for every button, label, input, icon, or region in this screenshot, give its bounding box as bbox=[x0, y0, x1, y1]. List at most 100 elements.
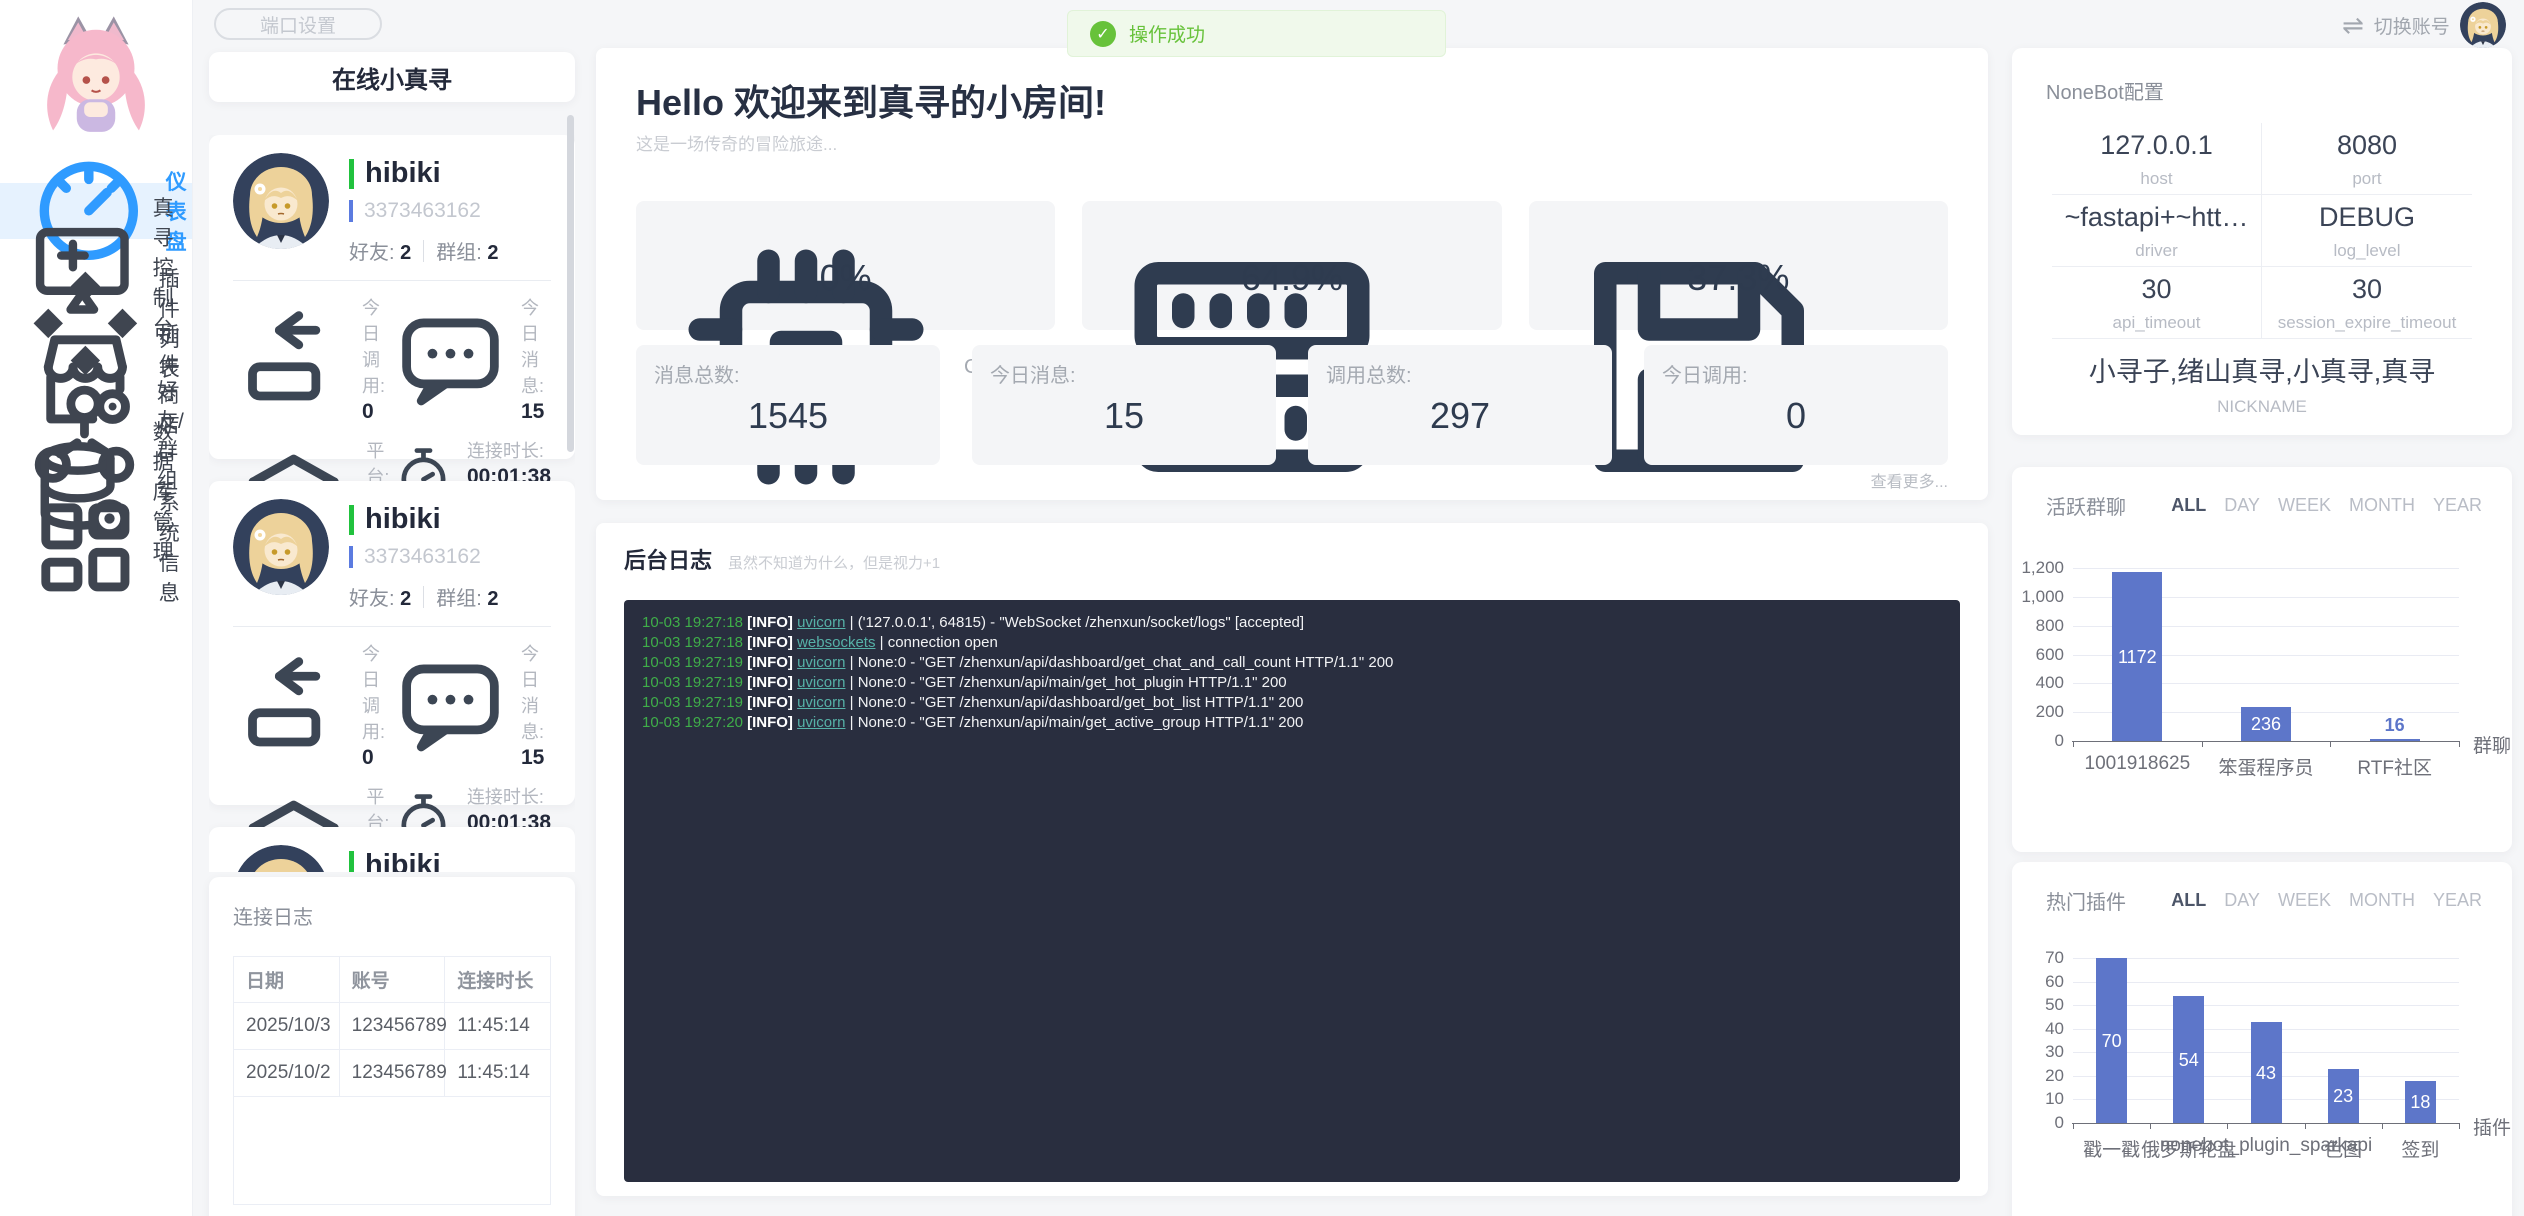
bot-avatar bbox=[233, 153, 329, 249]
y-axis-tick-label: 600 bbox=[2012, 645, 2064, 665]
tab-week[interactable]: WEEK bbox=[2278, 495, 2331, 516]
bot-account-row: 3373463162 bbox=[349, 545, 499, 569]
config-label: host bbox=[2052, 169, 2261, 189]
hot-plugins-title: 热门插件 bbox=[2046, 886, 2126, 915]
tab-year[interactable]: YEAR bbox=[2433, 890, 2482, 911]
stat-label: 今日消息: bbox=[521, 294, 551, 398]
hot-plugins-card: 热门插件 ALLDAYWEEKMONTHYEAR 010203040506070… bbox=[2012, 862, 2512, 1216]
bot-name-row: hibiki bbox=[349, 503, 499, 536]
log-line: 10-03 19:27:18 [INFO] uvicorn | ('127.0.… bbox=[642, 613, 1942, 633]
account-indicator-bar bbox=[349, 546, 353, 568]
table-empty-row bbox=[234, 1097, 551, 1205]
account-avatar[interactable] bbox=[2460, 2, 2506, 48]
bot-card: hibiki3373463162好友: 2群组: 2今日调用:0今日消息:15平… bbox=[209, 481, 575, 805]
tab-all[interactable]: ALL bbox=[2171, 890, 2206, 911]
x-axis-tick bbox=[2330, 741, 2331, 747]
sidebar-item-system-info[interactable]: 系统信息 bbox=[0, 519, 192, 575]
config-value: 127.0.0.1 bbox=[2052, 130, 2261, 161]
bot-avatar bbox=[233, 845, 329, 872]
connection-log-card: 连接日志 日期账号连接时长 2025/10/312345678911:45:14… bbox=[209, 877, 575, 1216]
bot-list-scrollbar[interactable] bbox=[567, 115, 574, 452]
bot-account-row: 3373463162 bbox=[349, 199, 499, 223]
bot-stat-message: 今日消息:15 bbox=[392, 294, 551, 424]
x-axis-line bbox=[2072, 1123, 2460, 1124]
call-icon bbox=[233, 294, 350, 418]
count-stat-card: 今日调用:0 bbox=[1644, 345, 1948, 465]
log-line: 10-03 19:27:19 [INFO] uvicorn | None:0 -… bbox=[642, 653, 1942, 673]
nickname-value: 小寻子,绪山真寻,小真寻,真寻 bbox=[2012, 350, 2512, 389]
tab-month[interactable]: MONTH bbox=[2349, 890, 2415, 911]
config-item-api_timeout: 30api_timeout bbox=[2052, 267, 2262, 339]
tab-all[interactable]: ALL bbox=[2171, 495, 2206, 516]
call-icon bbox=[233, 640, 350, 764]
bot-account: 3373463162 bbox=[364, 545, 481, 569]
gridline bbox=[2073, 958, 2459, 959]
toast-message: 操作成功 bbox=[1129, 20, 1205, 47]
config-value: 30 bbox=[2262, 274, 2472, 305]
gridline bbox=[2073, 1005, 2459, 1006]
x-axis-name: 群聊 bbox=[2473, 731, 2511, 758]
gridline bbox=[2073, 568, 2459, 569]
tab-year[interactable]: YEAR bbox=[2433, 495, 2482, 516]
system-icon bbox=[26, 488, 145, 607]
check-icon: ✓ bbox=[1090, 21, 1116, 47]
bar-value-label: 16 bbox=[2350, 715, 2440, 736]
message-icon bbox=[392, 640, 509, 764]
stat-label: 今日消息: bbox=[521, 640, 551, 744]
x-axis-tick bbox=[2150, 1123, 2151, 1129]
logo-image bbox=[22, 8, 170, 158]
system-stat-card-memory: MEMORY64.9% bbox=[1082, 201, 1501, 330]
bot-name-row: hibiki bbox=[349, 849, 499, 872]
sidebar-item-label: 系统信息 bbox=[159, 487, 192, 607]
y-axis-tick-label: 50 bbox=[2012, 995, 2064, 1015]
x-axis-tick bbox=[2073, 1123, 2074, 1129]
active-groups-header: 活跃群聊 ALLDAYWEEKMONTHYEAR bbox=[2046, 491, 2482, 520]
system-stat-value: 64.9% bbox=[1082, 257, 1501, 299]
count-stat-card: 今日消息:15 bbox=[972, 345, 1276, 465]
greeting-subtitle: 这是一场传奇的冒险旅途... bbox=[636, 130, 837, 155]
tab-day[interactable]: DAY bbox=[2224, 495, 2260, 516]
y-axis-tick-label: 30 bbox=[2012, 1042, 2064, 1062]
tab-month[interactable]: MONTH bbox=[2349, 495, 2415, 516]
bot-card-top: hibiki3373463162好友: 2群组: 2 bbox=[233, 845, 551, 872]
bar-value-label: 54 bbox=[2173, 1050, 2204, 1071]
bot-stat-message: 今日消息:15 bbox=[392, 640, 551, 770]
table-cell: 2025/10/3 bbox=[234, 1003, 340, 1050]
nonebot-config-title: NoneBot配置 bbox=[2046, 76, 2164, 105]
y-axis-tick-label: 1,200 bbox=[2012, 558, 2064, 578]
bot-name-row: hibiki bbox=[349, 157, 499, 190]
tab-day[interactable]: DAY bbox=[2224, 890, 2260, 911]
sidebar: 仪表盘真寻控制台插件列表插件商店好友/群组数据库管理系统信息 bbox=[0, 0, 193, 1216]
online-indicator-bar bbox=[349, 505, 354, 535]
bot-account: 3373463162 bbox=[364, 199, 481, 223]
stat-label: 连接时长: bbox=[467, 437, 551, 463]
config-item-log_level: DEBUGlog_level bbox=[2262, 195, 2472, 267]
tab-week[interactable]: WEEK bbox=[2278, 890, 2331, 911]
view-more-link[interactable]: 查看更多... bbox=[1871, 468, 1948, 492]
stat-text: 今日调用:0 bbox=[362, 294, 392, 424]
y-axis-tick-label: 10 bbox=[2012, 1089, 2064, 1109]
bot-card-top: hibiki3373463162好友: 2群组: 2 bbox=[233, 153, 551, 265]
connection-log-title: 连接日志 bbox=[233, 901, 551, 930]
config-label: log_level bbox=[2262, 241, 2472, 261]
dashboard-overview-card: Hello 欢迎来到真寻的小房间! 这是一场传奇的冒险旅途... CPU0%ME… bbox=[596, 48, 1988, 500]
count-stat-value: 1545 bbox=[636, 395, 940, 437]
online-indicator-bar bbox=[349, 851, 354, 873]
config-item-port: 8080port bbox=[2262, 123, 2472, 195]
port-settings-button[interactable]: 端口设置 bbox=[214, 8, 382, 40]
y-axis-tick-label: 20 bbox=[2012, 1066, 2064, 1086]
config-grid: 127.0.0.1host8080port~fastapi+~htt…drive… bbox=[2052, 123, 2472, 339]
stat-value: 0 bbox=[362, 400, 392, 424]
table-cell: 11:45:14 bbox=[445, 1050, 551, 1097]
x-axis-tick bbox=[2459, 1123, 2460, 1129]
config-label: driver bbox=[2052, 241, 2261, 261]
x-axis-line bbox=[2072, 741, 2460, 742]
online-bots-title-card: 在线小真寻 bbox=[209, 52, 575, 102]
nickname-block: 小寻子,绪山真寻,小真寻,真寻 NICKNAME bbox=[2012, 350, 2512, 417]
bar-value-label: 43 bbox=[2251, 1063, 2282, 1084]
switch-account-button[interactable]: ⇌ 切换账号 bbox=[2342, 1, 2506, 49]
table-row: 2025/10/212345678911:45:14 bbox=[234, 1050, 551, 1097]
config-label: api_timeout bbox=[2052, 313, 2261, 333]
active-groups-card: 活跃群聊 ALLDAYWEEKMONTHYEAR 02004006008001,… bbox=[2012, 467, 2512, 852]
bot-card-top: hibiki3373463162好友: 2群组: 2 bbox=[233, 499, 551, 611]
